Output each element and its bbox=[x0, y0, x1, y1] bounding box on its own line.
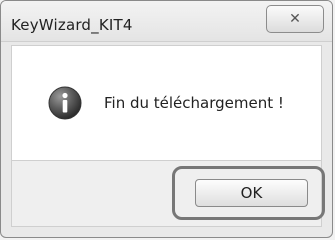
title-bar: KeyWizard_KIT4 ✕ bbox=[1, 1, 332, 42]
ok-button[interactable]: OK bbox=[195, 179, 308, 207]
message-text: Fin du téléchargement ! bbox=[104, 94, 284, 112]
close-button[interactable]: ✕ bbox=[266, 5, 324, 33]
window-title: KeyWizard_KIT4 bbox=[11, 16, 133, 34]
message-area: Fin du téléchargement ! bbox=[11, 45, 322, 161]
close-icon: ✕ bbox=[289, 11, 301, 27]
information-icon bbox=[48, 86, 82, 120]
